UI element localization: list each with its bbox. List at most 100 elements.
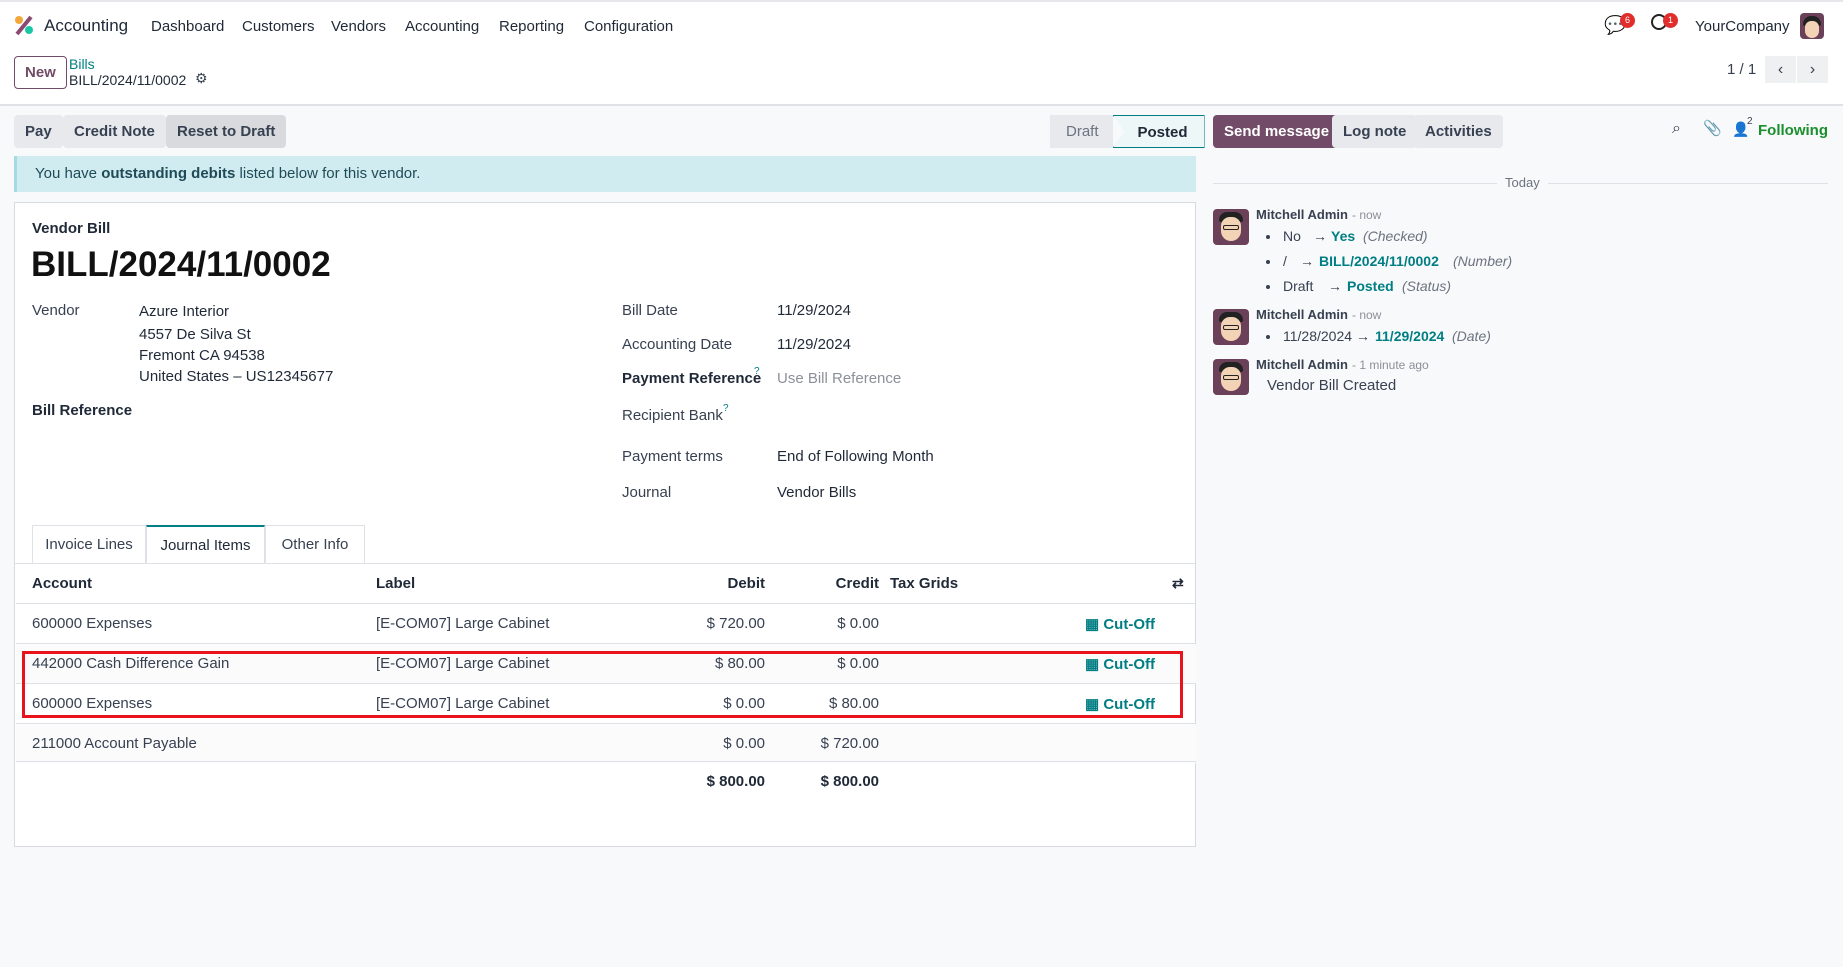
tab-other-info[interactable]: Other Info [265, 525, 365, 564]
column-account[interactable]: Account [32, 575, 92, 592]
change-new: BILL/2024/11/0002 [1319, 253, 1439, 269]
column-label[interactable]: Label [376, 575, 415, 592]
vendor-address-line: Fremont CA 94538 [139, 347, 265, 364]
breadcrumb-current: BILL/2024/11/0002 [69, 72, 187, 88]
vendor-label: Vendor [32, 302, 80, 319]
credit-note-button[interactable]: Credit Note [63, 115, 166, 148]
accounting-date-field[interactable]: 11/29/2024 [777, 336, 851, 353]
total-credit: $ 800.00 [820, 773, 879, 790]
message-author[interactable]: Mitchell Admin [1256, 357, 1348, 372]
row-debit: $ 720.00 [706, 615, 765, 632]
pager-next-icon[interactable]: › [1797, 56, 1828, 83]
bill-reference-label: Bill Reference [32, 402, 133, 419]
app-name[interactable]: Accounting [44, 16, 128, 36]
cutoff-label: Cut-Off [1103, 616, 1155, 633]
bill-date-field[interactable]: 11/29/2024 [777, 302, 851, 319]
status-bar: Draft Posted [1050, 115, 1205, 148]
date-divider-label: Today [1497, 175, 1548, 190]
alert-bold[interactable]: outstanding debits [101, 165, 235, 182]
optional-columns-icon[interactable]: ⇄ [1172, 575, 1184, 592]
menu-dashboard[interactable]: Dashboard [151, 18, 224, 35]
row-credit: $ 0.00 [837, 615, 879, 632]
pager-value[interactable]: 1 / 1 [1727, 61, 1756, 78]
search-icon[interactable]: ⌕ [1672, 120, 1681, 138]
pay-button[interactable]: Pay [14, 115, 63, 148]
table-totals: $ 800.00 $ 800.00 [16, 761, 1196, 801]
recipient-bank-label: Recipient Bank [622, 407, 723, 424]
row-debit: $ 0.00 [723, 735, 765, 752]
messages-badge: 6 [1620, 13, 1635, 28]
activities-button[interactable]: Activities [1414, 115, 1503, 148]
author-avatar[interactable] [1213, 359, 1249, 395]
message-time: - now [1352, 208, 1382, 222]
column-credit[interactable]: Credit [779, 575, 879, 592]
status-posted[interactable]: Posted [1112, 115, 1205, 148]
vendor-link[interactable]: Azure Interior [139, 303, 229, 320]
column-debit[interactable]: Debit [665, 575, 766, 592]
menu-vendors[interactable]: Vendors [331, 18, 386, 35]
outstanding-alert: You have outstanding debits listed below… [14, 156, 1196, 192]
menu-configuration[interactable]: Configuration [584, 18, 673, 35]
new-button[interactable]: New [14, 56, 67, 89]
change-new: Yes [1331, 228, 1356, 244]
pager-prev-icon[interactable]: ‹ [1765, 56, 1796, 83]
menu-accounting[interactable]: Accounting [405, 18, 479, 35]
activities-badge: 1 [1663, 13, 1678, 28]
log-note-button[interactable]: Log note [1332, 115, 1418, 148]
message-author[interactable]: Mitchell Admin [1256, 307, 1348, 322]
user-avatar[interactable] [1800, 13, 1824, 39]
table-row[interactable]: 600000 Expenses [E-COM07] Large Cabinet … [16, 603, 1196, 643]
help-icon[interactable]: ? [754, 366, 760, 377]
change-old: Draft [1283, 278, 1314, 294]
menu-reporting[interactable]: Reporting [499, 18, 564, 35]
reset-to-draft-button[interactable]: Reset to Draft [166, 115, 287, 148]
paperclip-icon[interactable]: 📎 [1703, 119, 1722, 137]
payment-reference-input[interactable]: Use Bill Reference [777, 370, 901, 387]
status-draft[interactable]: Draft [1050, 115, 1113, 148]
highlight-box [22, 651, 1183, 718]
row-label: [E-COM07] Large Cabinet [376, 615, 550, 632]
author-avatar[interactable] [1213, 309, 1249, 345]
change-new: 11/29/2024 [1375, 328, 1445, 344]
author-avatar[interactable] [1213, 209, 1249, 245]
payment-terms-label: Payment terms [622, 448, 723, 465]
alert-text-end: listed below for this vendor. [235, 165, 421, 182]
message-author[interactable]: Mitchell Admin [1256, 207, 1348, 222]
change-old: 11/28/2024 [1283, 328, 1353, 344]
tab-journal-items[interactable]: Journal Items [146, 525, 265, 564]
help-icon[interactable]: ? [723, 403, 729, 414]
cutoff-button[interactable]: ▦ Cut-Off [1085, 615, 1155, 633]
message-time: - now [1352, 308, 1382, 322]
app-logo-icon[interactable] [13, 14, 35, 36]
company-switcher[interactable]: YourCompany [1695, 18, 1790, 35]
arrow-icon: → [1328, 278, 1342, 294]
document-type: Vendor Bill [32, 220, 111, 237]
journal-field[interactable]: Vendor Bills [777, 484, 856, 501]
menu-customers[interactable]: Customers [242, 18, 315, 35]
change-new: Posted [1347, 278, 1394, 294]
payment-reference-label: Payment Reference [622, 370, 762, 387]
alert-text: You have [35, 165, 102, 182]
breadcrumb-bills[interactable]: Bills [69, 56, 95, 72]
row-credit: $ 720.00 [820, 735, 879, 752]
change-old: No [1283, 228, 1301, 244]
vendor-address-line: 4557 De Silva St [139, 326, 251, 343]
row-account: 600000 Expenses [32, 615, 153, 632]
calendar-icon: ▦ [1085, 616, 1104, 633]
following-button[interactable]: Following [1758, 122, 1828, 139]
tab-invoice-lines[interactable]: Invoice Lines [32, 525, 146, 564]
gear-icon[interactable]: ⚙ [195, 70, 208, 87]
payment-terms-link[interactable]: End of Following Month [777, 448, 934, 465]
message-body: Vendor Bill Created [1267, 377, 1397, 394]
notebook-tabs: Invoice Lines Journal Items Other Info [32, 525, 365, 564]
vendor-address-line: United States – US12345677 [139, 368, 334, 385]
table-row[interactable]: 211000 Account Payable $ 0.00 $ 720.00 [16, 723, 1196, 763]
change-old: / [1283, 253, 1287, 269]
send-message-button[interactable]: Send message [1213, 115, 1341, 148]
table-header: Account Label Debit Credit Tax Grids ⇄ [15, 564, 1195, 604]
followers-count: 2 [1747, 116, 1753, 127]
change-field: (Status) [1402, 278, 1452, 294]
arrow-icon: → [1300, 253, 1314, 269]
page-title: BILL/2024/11/0002 [31, 245, 331, 284]
column-tax-grids[interactable]: Tax Grids [890, 575, 958, 592]
